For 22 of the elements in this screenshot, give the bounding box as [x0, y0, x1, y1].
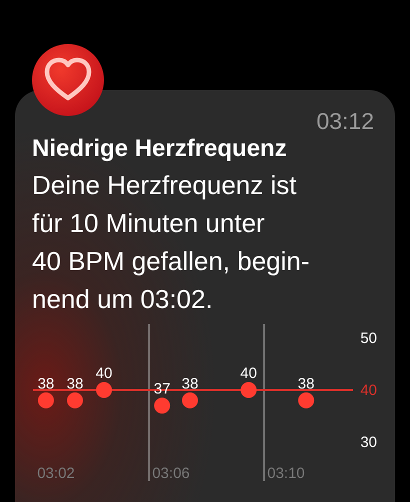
- notification-title: Niedrige Herzfrequenz: [31, 134, 288, 164]
- value-label: 38: [298, 375, 314, 392]
- data-point: [96, 382, 112, 398]
- message-text: Deine Herzfrequenz ist für 10 Minuten unter 40 BPM gefallen, begin- nend um 03:02.: [31, 169, 311, 316]
- value-label: 40: [240, 365, 257, 382]
- x-axis-label: 03:06: [152, 465, 190, 481]
- y-axis-label: 40: [360, 382, 377, 399]
- data-point: [38, 392, 54, 408]
- data-point: [182, 392, 198, 408]
- value-label: 38: [182, 375, 198, 392]
- value-label: 38: [66, 375, 84, 392]
- data-point: [66, 392, 83, 408]
- y-axis-label: 30: [360, 434, 377, 451]
- data-point: [240, 382, 257, 398]
- x-axis-label: 03:02: [37, 465, 75, 481]
- y-axis-label: 50: [360, 330, 377, 347]
- notification-time: 03:12: [315, 108, 375, 134]
- value-label: 40: [96, 365, 112, 382]
- data-point: [298, 392, 314, 408]
- data-point: [154, 398, 170, 414]
- x-axis-label: 03:10: [267, 465, 305, 481]
- value-label: 38: [38, 375, 54, 392]
